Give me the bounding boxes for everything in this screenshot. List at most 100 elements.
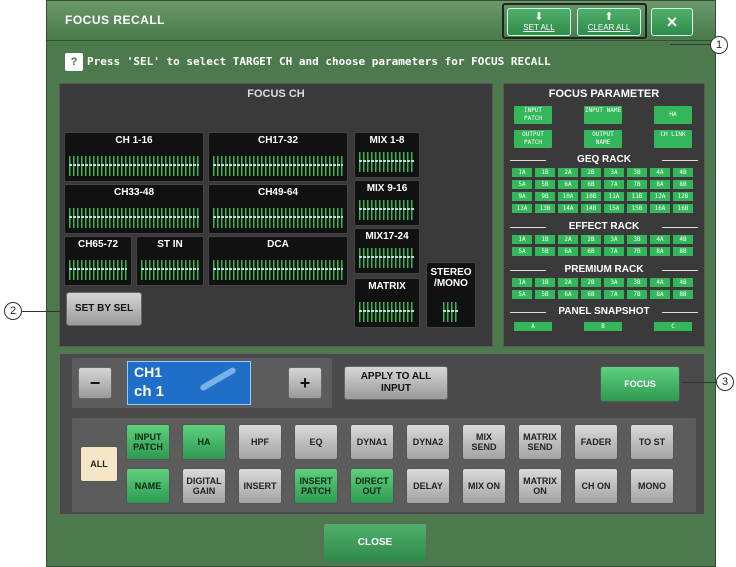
rack-cell[interactable]: 6A <box>558 290 578 299</box>
snapshot-a[interactable]: A <box>514 322 552 331</box>
param-ch-on-button[interactable]: CH ON <box>574 468 618 504</box>
fp-ch-link[interactable]: CH LINK <box>654 130 692 148</box>
rack-cell[interactable]: 4A <box>650 278 670 287</box>
rack-cell[interactable]: 8A <box>650 247 670 256</box>
all-button[interactable]: ALL <box>80 446 118 482</box>
fp-input-patch[interactable]: INPUT PATCH <box>514 106 552 124</box>
rack-cell[interactable]: 16B <box>673 204 693 213</box>
snapshot-c[interactable]: C <box>654 322 692 331</box>
rack-cell[interactable]: 7B <box>627 290 647 299</box>
param-hpf-button[interactable]: HPF <box>238 424 282 460</box>
param-digital-gain-button[interactable]: DIGITAL GAIN <box>182 468 226 504</box>
group-st-in[interactable]: ST IN <box>136 236 204 286</box>
rack-cell[interactable]: 16A <box>650 204 670 213</box>
group-matrix[interactable]: MATRIX <box>354 278 420 328</box>
focus-button[interactable]: FOCUS <box>600 366 680 402</box>
rack-cell[interactable]: 7A <box>604 290 624 299</box>
rack-cell[interactable]: 9A <box>512 192 532 201</box>
rack-cell[interactable]: 6B <box>581 247 601 256</box>
rack-cell[interactable]: 6B <box>581 180 601 189</box>
group-ch65-72[interactable]: CH65-72 <box>64 236 132 286</box>
rack-cell[interactable]: 4B <box>673 235 693 244</box>
rack-cell[interactable]: 6A <box>558 247 578 256</box>
rack-cell[interactable]: 6A <box>558 180 578 189</box>
rack-cell[interactable]: 7B <box>627 180 647 189</box>
group-dca[interactable]: DCA <box>208 236 348 286</box>
param-dyna2-button[interactable]: DYNA2 <box>406 424 450 460</box>
param-mix-send-button[interactable]: MIX SEND <box>462 424 506 460</box>
param-name-button[interactable]: NAME <box>126 468 170 504</box>
rack-cell[interactable]: 5B <box>535 290 555 299</box>
rack-cell[interactable]: 2B <box>581 235 601 244</box>
snapshot-b[interactable]: B <box>584 322 622 331</box>
rack-cell[interactable]: 7A <box>604 247 624 256</box>
group-ch49-64[interactable]: CH49-64 <box>208 184 348 234</box>
rack-cell[interactable]: 5A <box>512 247 532 256</box>
ch-minus-button[interactable]: − <box>78 367 112 399</box>
rack-cell[interactable]: 15A <box>604 204 624 213</box>
rack-cell[interactable]: 9B <box>535 192 555 201</box>
help-icon[interactable]: ? <box>65 53 83 71</box>
param-fader-button[interactable]: FADER <box>574 424 618 460</box>
rack-cell[interactable]: 3B <box>627 168 647 177</box>
param-matrix-send-button[interactable]: MATRIX SEND <box>518 424 562 460</box>
param-delay-button[interactable]: DELAY <box>406 468 450 504</box>
rack-cell[interactable]: 11B <box>627 192 647 201</box>
param-insert-patch-button[interactable]: INSERT PATCH <box>294 468 338 504</box>
close-button[interactable]: CLOSE <box>323 523 427 563</box>
rack-cell[interactable]: 10B <box>581 192 601 201</box>
close-icon[interactable]: × <box>651 8 693 36</box>
rack-cell[interactable]: 4A <box>650 235 670 244</box>
rack-cell[interactable]: 7A <box>604 180 624 189</box>
rack-cell[interactable]: 3B <box>627 278 647 287</box>
rack-cell[interactable]: 3A <box>604 235 624 244</box>
rack-cell[interactable]: 4A <box>650 168 670 177</box>
rack-cell[interactable]: 11A <box>604 192 624 201</box>
rack-cell[interactable]: 4B <box>673 168 693 177</box>
group-ch17-32[interactable]: CH17-32 <box>208 132 348 182</box>
rack-cell[interactable]: 3A <box>604 278 624 287</box>
group-ch33-48[interactable]: CH33-48 <box>64 184 204 234</box>
clear-all-button[interactable]: ⬆ CLEAR ALL <box>577 8 641 36</box>
param-to-st-button[interactable]: TO ST <box>630 424 674 460</box>
rack-cell[interactable]: 3A <box>604 168 624 177</box>
rack-cell[interactable]: 8B <box>673 247 693 256</box>
rack-cell[interactable]: 2A <box>558 278 578 287</box>
rack-cell[interactable]: 15B <box>627 204 647 213</box>
rack-cell[interactable]: 14B <box>581 204 601 213</box>
rack-cell[interactable]: 3B <box>627 235 647 244</box>
group-mix9-16[interactable]: MIX 9-16 <box>354 180 420 226</box>
rack-cell[interactable]: 1B <box>535 168 555 177</box>
param-mono-button[interactable]: MONO <box>630 468 674 504</box>
rack-cell[interactable]: 8B <box>673 290 693 299</box>
param-insert-button[interactable]: INSERT <box>238 468 282 504</box>
rack-cell[interactable]: 5B <box>535 180 555 189</box>
param-dyna1-button[interactable]: DYNA1 <box>350 424 394 460</box>
rack-cell[interactable]: 5A <box>512 180 532 189</box>
rack-cell[interactable]: 2A <box>558 168 578 177</box>
rack-cell[interactable]: 2B <box>581 168 601 177</box>
rack-cell[interactable]: 1A <box>512 235 532 244</box>
rack-cell[interactable]: 2B <box>581 278 601 287</box>
rack-cell[interactable]: 4B <box>673 278 693 287</box>
set-by-sel-button[interactable]: SET BY SEL <box>66 292 142 326</box>
rack-cell[interactable]: 13B <box>535 204 555 213</box>
group-mix1-8[interactable]: MIX 1-8 <box>354 132 420 178</box>
fp-ha[interactable]: HA <box>654 106 692 124</box>
set-all-button[interactable]: ⬇ SET ALL <box>507 8 571 36</box>
rack-cell[interactable]: 1B <box>535 278 555 287</box>
rack-cell[interactable]: 7B <box>627 247 647 256</box>
rack-cell[interactable]: 1A <box>512 168 532 177</box>
rack-cell[interactable]: 2A <box>558 235 578 244</box>
rack-cell[interactable]: 1A <box>512 278 532 287</box>
fp-input-name[interactable]: INPUT NAME <box>584 106 622 124</box>
rack-cell[interactable]: 12B <box>673 192 693 201</box>
apply-to-all-input-button[interactable]: APPLY TO ALL INPUT <box>344 366 448 400</box>
group-ch1-16[interactable]: CH 1-16 <box>64 132 204 182</box>
rack-cell[interactable]: 8B <box>673 180 693 189</box>
fp-output-patch[interactable]: OUTPUT PATCH <box>514 130 552 148</box>
param-input-patch-button[interactable]: INPUT PATCH <box>126 424 170 460</box>
param-mix-on-button[interactable]: MIX ON <box>462 468 506 504</box>
rack-cell[interactable]: 8A <box>650 290 670 299</box>
rack-cell[interactable]: 8A <box>650 180 670 189</box>
